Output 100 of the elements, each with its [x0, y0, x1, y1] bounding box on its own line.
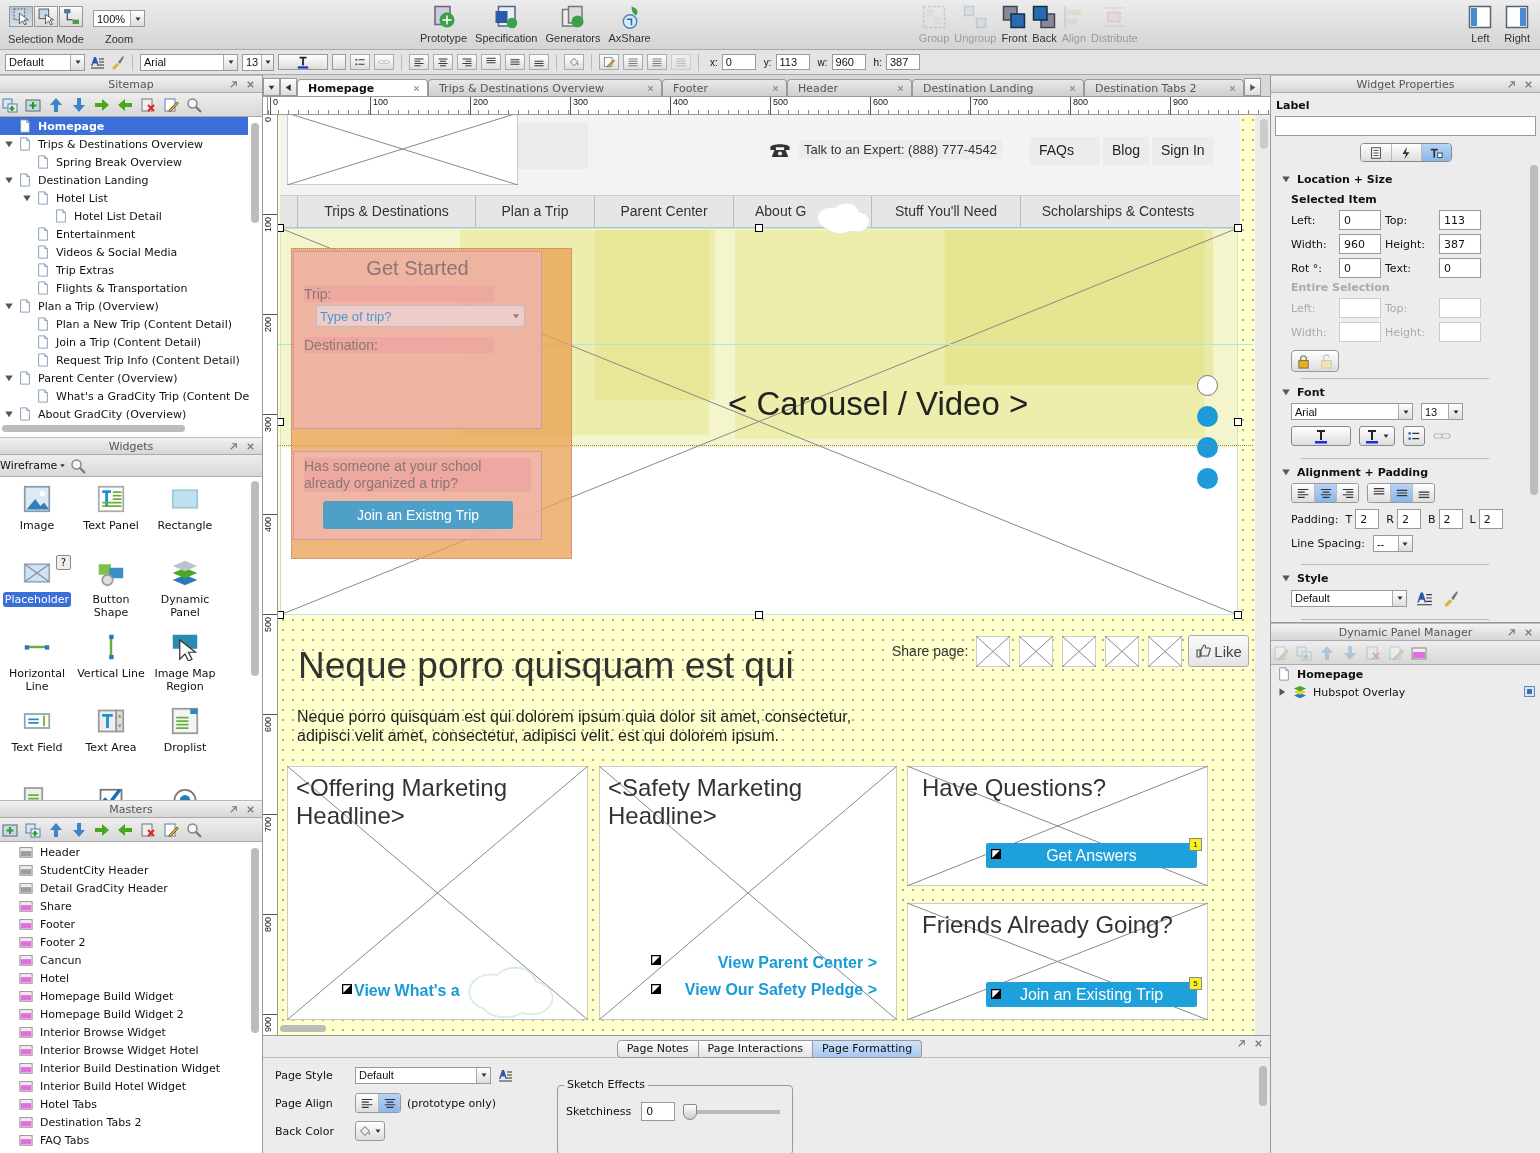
- number-field[interactable]: 387: [1439, 234, 1481, 254]
- sitemap-item[interactable]: Trip Extras: [0, 261, 248, 279]
- font-dropdown[interactable]: Arial: [1291, 403, 1413, 420]
- master-item[interactable]: Header: [0, 843, 262, 861]
- master-item[interactable]: Footer 2: [0, 933, 262, 951]
- widget-label[interactable]: Placeholder: [2, 592, 72, 607]
- master-item[interactable]: Cancun: [0, 951, 262, 969]
- master-item[interactable]: Interior Build Hotel Widget: [0, 1077, 262, 1095]
- font-size-dropdown[interactable]: 13: [242, 53, 274, 71]
- document-tab[interactable]: Trips & Destinations Overview: [428, 79, 662, 96]
- header-link[interactable]: Sign In: [1152, 137, 1214, 165]
- font-dropdown[interactable]: Arial: [140, 53, 238, 71]
- sitemap-item[interactable]: Flights & Transportation: [0, 279, 248, 297]
- sitemap-item[interactable]: Parent Center (Overview): [0, 369, 248, 387]
- panel-tab[interactable]: Page Interactions: [698, 1040, 814, 1058]
- panel-tab[interactable]: Page Formatting: [813, 1040, 923, 1058]
- like-button[interactable]: Like: [1188, 635, 1249, 667]
- sitemap-item[interactable]: Homepage: [0, 117, 248, 135]
- widget-label[interactable]: Horizontal Line: [0, 666, 74, 694]
- sitemap-item[interactable]: What's a GradCity Trip (Content De: [0, 387, 248, 405]
- number-field[interactable]: 960: [1339, 234, 1381, 254]
- widget-label[interactable]: Button Shape: [74, 592, 148, 620]
- nav-item[interactable]: Parent Center: [594, 196, 733, 227]
- master-item[interactable]: Homepage Build Widget: [0, 987, 262, 1005]
- toolbar-button[interactable]: Left: [1468, 5, 1493, 44]
- sitemap-item[interactable]: Request Trip Info (Content Detail): [0, 351, 248, 369]
- number-field[interactable]: 0: [1339, 210, 1381, 230]
- widget-label[interactable]: Image: [17, 518, 57, 533]
- widget-label[interactable]: Vertical Line: [75, 666, 147, 681]
- master-item[interactable]: StudentCity Header: [0, 861, 262, 879]
- number-field[interactable]: 2: [1396, 509, 1421, 529]
- nav-item[interactable]: Plan a Trip: [475, 196, 594, 227]
- number-field[interactable]: 2: [1478, 509, 1503, 529]
- zoom-dropdown[interactable]: 100%: [93, 10, 145, 27]
- master-item[interactable]: Homepage Build Widget 2: [0, 1005, 262, 1023]
- style-dropdown[interactable]: Default: [5, 53, 85, 71]
- master-item[interactable]: Footer: [0, 915, 262, 933]
- number-field[interactable]: 2: [1438, 509, 1463, 529]
- widget-label[interactable]: Text Field: [9, 740, 65, 755]
- master-item[interactable]: Hotel: [0, 969, 262, 987]
- sitemap-item[interactable]: Entertainment: [0, 225, 248, 243]
- widget-label[interactable]: Text Panel: [81, 518, 141, 533]
- toolbar-button[interactable]: Prototype: [420, 5, 468, 44]
- master-item[interactable]: Share: [0, 897, 262, 915]
- sitemap-item[interactable]: Videos & Social Media: [0, 243, 248, 261]
- master-item[interactable]: Interior Browse Widget: [0, 1023, 262, 1041]
- master-item[interactable]: Destination Tabs 2: [0, 1113, 262, 1131]
- toolbar-button[interactable]: AxShare: [608, 5, 651, 44]
- dynamic-panel-item[interactable]: Hubspot Overlay: [1271, 683, 1540, 701]
- master-item[interactable]: Detail GradCity Header: [0, 879, 262, 897]
- widget-label[interactable]: Dynamic Panel: [148, 592, 222, 620]
- master-item[interactable]: Hotel Tabs: [0, 1095, 262, 1113]
- sitemap-item[interactable]: Hotel List: [0, 189, 248, 207]
- toolbar-button[interactable]: Generators: [545, 5, 601, 44]
- sitemap-item[interactable]: About GradCity (Overview): [0, 405, 248, 422]
- sitemap-item[interactable]: Join a Trip (Content Detail): [0, 333, 248, 351]
- sitemap-item[interactable]: Hotel List Detail: [0, 207, 248, 225]
- field-label: Width:: [1291, 237, 1328, 251]
- sitemap-item[interactable]: Destination Landing: [0, 171, 248, 189]
- toolbar-button[interactable]: Back: [1032, 5, 1057, 44]
- document-tab[interactable]: Footer: [662, 79, 787, 96]
- number-field[interactable]: 0: [1439, 258, 1481, 278]
- nav-item[interactable]: Trips & Destinations: [297, 196, 475, 227]
- widget-label[interactable]: Droplist: [161, 740, 209, 755]
- panel-tab[interactable]: Page Notes: [616, 1040, 699, 1058]
- library-dropdown[interactable]: Wireframe: [0, 459, 67, 472]
- document-tab[interactable]: Header: [787, 79, 912, 96]
- number-field[interactable]: 2: [1355, 509, 1380, 529]
- widget-label[interactable]: Text Area: [83, 740, 139, 755]
- help-button[interactable]: ?: [56, 555, 71, 570]
- font-size-dropdown[interactable]: 13: [1421, 403, 1463, 420]
- sitemap-item[interactable]: Trips & Destinations Overview: [0, 135, 248, 153]
- toolbar-button[interactable]: Right: [1504, 5, 1530, 44]
- sitemap-item[interactable]: Plan a New Trip (Content Detail): [0, 315, 248, 333]
- nav-item[interactable]: Stuff You'll Need: [871, 196, 1020, 227]
- sketchiness-field[interactable]: 0: [641, 1102, 676, 1121]
- coordinate-field[interactable]: 387: [885, 54, 920, 70]
- header-link[interactable]: FAQs: [1030, 137, 1100, 165]
- toolbar-button[interactable]: Front: [1001, 5, 1028, 44]
- nav-item[interactable]: Scholarships & Contests: [1020, 196, 1215, 227]
- master-item[interactable]: Interior Build Destination Widget: [0, 1059, 262, 1077]
- number-field[interactable]: 113: [1439, 210, 1481, 230]
- widget-label[interactable]: Rectangle: [155, 518, 215, 533]
- line-spacing-dropdown[interactable]: --: [1372, 535, 1413, 552]
- document-tab[interactable]: Homepage: [297, 79, 428, 96]
- master-item[interactable]: FAQ Tabs: [0, 1131, 262, 1149]
- master-item[interactable]: Interior Browse Widget Hotel: [0, 1041, 262, 1059]
- widget-label[interactable]: Image Map Region: [148, 666, 222, 694]
- style-dropdown[interactable]: Default: [1291, 589, 1407, 607]
- sitemap-item[interactable]: Plan a Trip (Overview): [0, 297, 248, 315]
- coordinate-field[interactable]: 960: [831, 54, 866, 70]
- page-style-dropdown[interactable]: Default: [355, 1066, 491, 1084]
- coordinate-field[interactable]: 113: [775, 54, 810, 70]
- coordinate-field[interactable]: 0: [721, 54, 756, 70]
- toolbar-button[interactable]: Specification: [475, 5, 538, 44]
- document-tab[interactable]: Destination Tabs 2: [1084, 79, 1244, 96]
- sitemap-item[interactable]: Spring Break Overview: [0, 153, 248, 171]
- header-link[interactable]: Blog: [1103, 137, 1150, 165]
- number-field[interactable]: 0: [1339, 258, 1381, 278]
- document-tab[interactable]: Destination Landing: [912, 79, 1084, 96]
